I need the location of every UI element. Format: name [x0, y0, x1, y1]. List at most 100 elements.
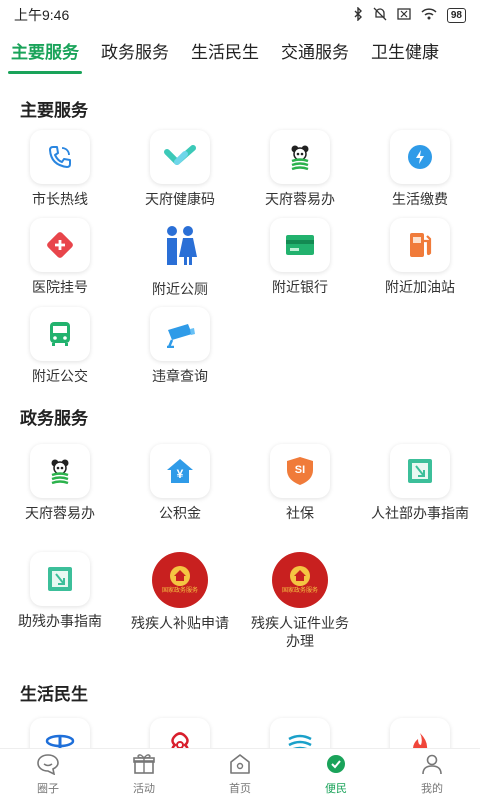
home-icon — [228, 753, 252, 778]
gift-icon — [132, 753, 156, 778]
convenience-icon — [324, 753, 348, 778]
guide-book-icon — [390, 444, 450, 498]
nav-label: 活动 — [133, 783, 155, 795]
section-title-life: 生活民生 — [20, 685, 88, 704]
service-label: 医院挂号 — [32, 279, 88, 295]
service-label: 助残办事指南 — [18, 613, 102, 629]
sim-off-icon — [397, 7, 411, 23]
service-label: 残疾人证件业务办理 — [251, 615, 349, 649]
nav-mine[interactable]: 我的 — [384, 749, 480, 800]
service-nearby-bus[interactable]: 附近公交 — [0, 307, 120, 396]
bank-card-icon — [270, 218, 330, 272]
service-gov-rongyiban[interactable]: 天府蓉易办 — [0, 444, 120, 552]
china-unicom-icon — [150, 718, 210, 748]
service-violation-query[interactable]: 违章查询 — [120, 307, 240, 396]
shield-si-icon: SI — [270, 444, 330, 498]
service-tianfu-rongyiban[interactable]: 天府蓉易办 — [240, 130, 360, 218]
service-telecom[interactable] — [0, 718, 120, 748]
section-title-gov: 政务服务 — [20, 409, 88, 428]
tab-life-services[interactable]: 生活民生 — [180, 30, 270, 78]
guide-book-icon — [30, 552, 90, 606]
emblem-caption: 国家政务服务 — [161, 588, 198, 594]
house-yuan-icon: ¥ — [150, 444, 210, 498]
flame-icon — [390, 718, 450, 748]
service-label: 附近加油站 — [385, 279, 455, 295]
service-nearby-toilet[interactable]: 附近公厕 — [120, 218, 240, 307]
health-heart-icon — [150, 130, 210, 184]
tab-health[interactable]: 卫生健康 — [360, 30, 450, 78]
content-area: 主要服务 市长热线 天府健康码 天府蓉易办 生活缴费 医院挂号 附近公厕 附近银… — [0, 80, 480, 748]
bus-icon — [30, 307, 90, 361]
main-services-grid: 市长热线 天府健康码 天府蓉易办 生活缴费 医院挂号 附近公厕 附近银行 附近加… — [0, 130, 480, 396]
nav-activity[interactable]: 活动 — [96, 749, 192, 800]
nav-convenience[interactable]: 便民 — [288, 749, 384, 800]
service-label: 附近公交 — [32, 368, 88, 384]
panda-bamboo-icon — [30, 444, 90, 498]
gas-pump-icon — [390, 218, 450, 272]
camera-icon — [150, 307, 210, 361]
service-label: 违章查询 — [152, 368, 208, 384]
service-unicom[interactable] — [120, 718, 240, 748]
water-drop-icon — [390, 130, 450, 184]
service-disability-card[interactable]: 国家政务服务 残疾人证件业务办理 — [240, 552, 360, 676]
service-disability-guide[interactable]: 助残办事指南 — [0, 552, 120, 676]
nav-home[interactable]: 首页 — [192, 749, 288, 800]
nav-label: 便民 — [325, 783, 347, 795]
si-text: SI — [294, 464, 306, 476]
service-nearby-gas-station[interactable]: 附近加油站 — [360, 218, 480, 307]
service-utility-payment[interactable]: 生活缴费 — [360, 130, 480, 218]
service-housing-fund[interactable]: ¥ 公积金 — [120, 444, 240, 552]
service-mobile[interactable] — [240, 718, 360, 748]
section-title-main: 主要服务 — [20, 101, 88, 120]
service-hospital-registration[interactable]: 医院挂号 — [0, 218, 120, 307]
service-mayor-hotline[interactable]: 市长热线 — [0, 130, 120, 218]
service-label: 天府蓉易办 — [25, 505, 95, 521]
mute-icon — [373, 7, 387, 24]
service-label: 附近公厕 — [152, 281, 208, 297]
tab-main-services[interactable]: 主要服务 — [0, 30, 90, 78]
service-hrss-guide[interactable]: 人社部办事指南 — [360, 444, 480, 552]
user-icon — [420, 753, 444, 778]
service-gas[interactable] — [360, 718, 480, 748]
gov-services-grid: 天府蓉易办 ¥ 公积金 SI 社保 人社部办事指南 助残办事指南 国家政务服务 … — [0, 444, 480, 676]
national-emblem-icon: 国家政务服务 — [152, 552, 208, 608]
service-label: 天府健康码 — [145, 191, 215, 207]
service-label: 市长热线 — [32, 191, 88, 207]
china-telecom-icon — [30, 718, 90, 748]
yuan-symbol: ¥ — [176, 467, 184, 481]
service-label: 人社部办事指南 — [371, 505, 469, 521]
service-label: 天府蓉易办 — [265, 191, 335, 207]
wifi-icon — [421, 7, 437, 23]
hospital-cross-icon — [30, 218, 90, 272]
category-tabs: 主要服务 政务服务 生活民生 交通服务 卫生健康 — [0, 30, 480, 78]
china-mobile-icon — [270, 718, 330, 748]
service-label: 附近银行 — [272, 279, 328, 295]
status-bar: 上午9:46 98 — [0, 0, 480, 30]
status-time: 上午9:46 — [14, 7, 70, 23]
service-social-security[interactable]: SI 社保 — [240, 444, 360, 552]
toilet-icon — [152, 218, 208, 274]
national-emblem-icon: 国家政务服务 — [272, 552, 328, 608]
nav-label: 首页 — [229, 783, 251, 795]
status-icons: 98 — [353, 5, 466, 24]
phone-icon — [30, 130, 90, 184]
panda-bamboo-icon — [270, 130, 330, 184]
service-label: 生活缴费 — [392, 191, 448, 207]
service-health-code[interactable]: 天府健康码 — [120, 130, 240, 218]
nav-label: 圈子 — [37, 783, 59, 795]
nav-label: 我的 — [421, 783, 443, 795]
service-nearby-bank[interactable]: 附近银行 — [240, 218, 360, 307]
tab-gov-services[interactable]: 政务服务 — [90, 30, 180, 78]
service-label: 残疾人补贴申请 — [131, 615, 229, 631]
service-label: 社保 — [286, 505, 314, 521]
emblem-caption: 国家政务服务 — [281, 588, 318, 594]
nav-circle[interactable]: 圈子 — [0, 749, 96, 800]
service-label: 公积金 — [159, 505, 201, 521]
tab-transport-services[interactable]: 交通服务 — [270, 30, 360, 78]
service-disability-subsidy[interactable]: 国家政务服务 残疾人补贴申请 — [120, 552, 240, 676]
bottom-nav: 圈子 活动 首页 便民 我的 — [0, 748, 480, 800]
battery-indicator: 98 — [446, 7, 466, 23]
life-services-grid — [0, 718, 480, 748]
bluetooth-icon — [353, 5, 363, 24]
chat-smile-icon — [36, 753, 60, 778]
